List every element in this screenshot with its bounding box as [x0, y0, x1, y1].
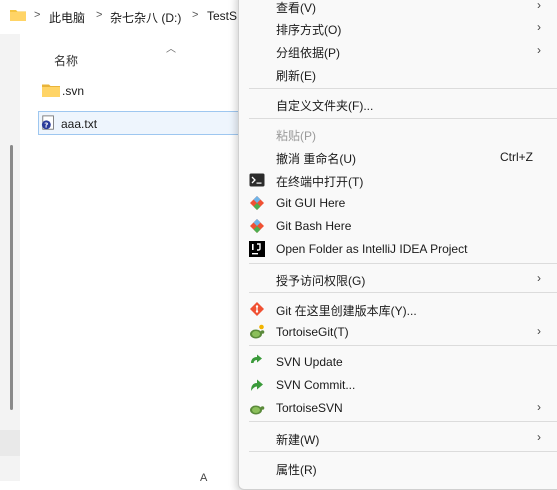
chevron-right-icon: ›	[537, 43, 541, 57]
menu-item-label: 自定义文件夹(F)...	[276, 99, 374, 113]
breadcrumb-folder[interactable]: TestS	[207, 9, 237, 23]
context-menu: 查看(V) › 排序方式(O) › 分组依据(P) › 刷新(E) 自定义文件夹…	[238, 0, 557, 490]
menu-item-label: Open Folder as IntelliJ IDEA Project	[276, 242, 468, 256]
folder-icon	[42, 84, 60, 97]
menu-item-tortoisegit[interactable]: TortoiseGit(T) ›	[239, 321, 557, 343]
menu-item-git-create-repo[interactable]: Git 在这里创建版本库(Y)...	[239, 298, 557, 320]
chevron-right-icon: ›	[537, 400, 541, 414]
tortoisesvn-icon	[250, 405, 265, 415]
intellij-idea-icon	[249, 241, 265, 257]
svn-update-icon	[251, 354, 262, 363]
menu-item-label: 刷新(E)	[276, 69, 316, 83]
chevron-right-icon: ›	[537, 324, 541, 338]
breadcrumb-drive[interactable]: 杂七杂八 (D:)	[110, 9, 181, 26]
menu-separator	[249, 263, 557, 264]
menu-item-open-in-terminal[interactable]: 在终端中打开(T)	[239, 169, 557, 191]
menu-item-label: 撤消 重命名(U)	[276, 152, 356, 166]
menu-item-label: TortoiseSVN	[276, 401, 343, 415]
status-fragment: A	[200, 472, 208, 484]
menu-item-label: SVN Update	[276, 355, 343, 369]
chevron-right-icon: ›	[537, 20, 541, 34]
menu-item-label: 分组依据(P)	[276, 46, 340, 60]
menu-item-undo-rename[interactable]: 撤消 重命名(U) Ctrl+Z	[239, 146, 557, 168]
menu-item-tortoisesvn[interactable]: TortoiseSVN ›	[239, 397, 557, 419]
menu-separator	[249, 292, 557, 293]
menu-item-label: Git 在这里创建版本库(Y)...	[276, 304, 417, 318]
git-icon	[250, 302, 264, 316]
menu-item-properties[interactable]: 属性(R)	[239, 457, 557, 479]
breadcrumb-this-pc[interactable]: 此电脑	[49, 9, 85, 26]
chevron-right-icon: ›	[537, 430, 541, 444]
chevron-right-icon: ›	[537, 0, 541, 12]
menu-item-svn-update[interactable]: SVN Update	[239, 351, 557, 373]
menu-item-open-intellij[interactable]: Open Folder as IntelliJ IDEA Project	[239, 238, 557, 260]
git-bash-icon	[250, 219, 264, 233]
menu-item-label: 粘贴(P)	[276, 129, 316, 143]
menu-item-label: 属性(R)	[276, 463, 317, 477]
menu-item-label: 在终端中打开(T)	[276, 175, 364, 189]
menu-item-label: 查看(V)	[276, 1, 316, 15]
menu-item-svn-commit[interactable]: SVN Commit...	[239, 374, 557, 396]
menu-item-sort[interactable]: 排序方式(O) ›	[239, 17, 557, 39]
menu-item-view[interactable]: 查看(V) ›	[239, 0, 557, 17]
svg-text:?: ?	[44, 120, 48, 129]
file-name: aaa.txt	[61, 117, 98, 131]
menu-item-shortcut: Ctrl+Z	[500, 150, 533, 164]
chevron-right-icon: >	[192, 9, 199, 21]
svn-file-icon: ?	[41, 115, 54, 130]
menu-separator	[249, 88, 557, 89]
menu-separator	[249, 421, 557, 422]
menu-item-refresh[interactable]: 刷新(E)	[239, 63, 557, 85]
list-item[interactable]: .svn	[40, 80, 250, 102]
menu-item-label: TortoiseGit(T)	[276, 325, 349, 339]
folder-icon	[10, 10, 26, 21]
menu-item-label: Git GUI Here	[276, 196, 346, 210]
terminal-icon	[249, 173, 265, 187]
chevron-right-icon: >	[34, 9, 41, 21]
menu-item-new[interactable]: 新建(W) ›	[239, 427, 557, 449]
menu-item-git-bash[interactable]: Git Bash Here	[239, 215, 557, 237]
menu-item-group[interactable]: 分组依据(P) ›	[239, 40, 557, 62]
git-gui-icon	[250, 196, 264, 210]
column-header-name[interactable]: 名称	[54, 52, 78, 69]
menu-item-git-gui[interactable]: Git GUI Here	[239, 192, 557, 214]
tortoisegit-icon	[250, 324, 265, 339]
menu-item-label: 新建(W)	[276, 433, 320, 447]
menu-separator	[249, 345, 557, 346]
menu-item-label: Git Bash Here	[276, 219, 352, 233]
sort-ascending-icon[interactable]: ︿	[166, 40, 176, 55]
menu-separator	[249, 451, 557, 452]
file-name: .svn	[62, 84, 85, 98]
menu-item-paste: 粘贴(P)	[239, 123, 557, 145]
menu-item-grant-access[interactable]: 授予访问权限(G) ›	[239, 268, 557, 290]
svn-commit-icon	[251, 379, 263, 391]
menu-item-customize-folder[interactable]: 自定义文件夹(F)...	[239, 93, 557, 115]
navigation-scrollbar[interactable]	[10, 145, 13, 410]
menu-item-label: SVN Commit...	[276, 378, 356, 392]
list-item-selected[interactable]: ? aaa.txt	[38, 111, 248, 135]
chevron-right-icon: ›	[537, 271, 541, 285]
chevron-right-icon: >	[96, 9, 103, 21]
menu-item-label: 授予访问权限(G)	[276, 274, 366, 288]
menu-item-label: 排序方式(O)	[276, 23, 342, 37]
navigation-pane-footer	[0, 430, 20, 456]
menu-separator	[249, 118, 557, 119]
